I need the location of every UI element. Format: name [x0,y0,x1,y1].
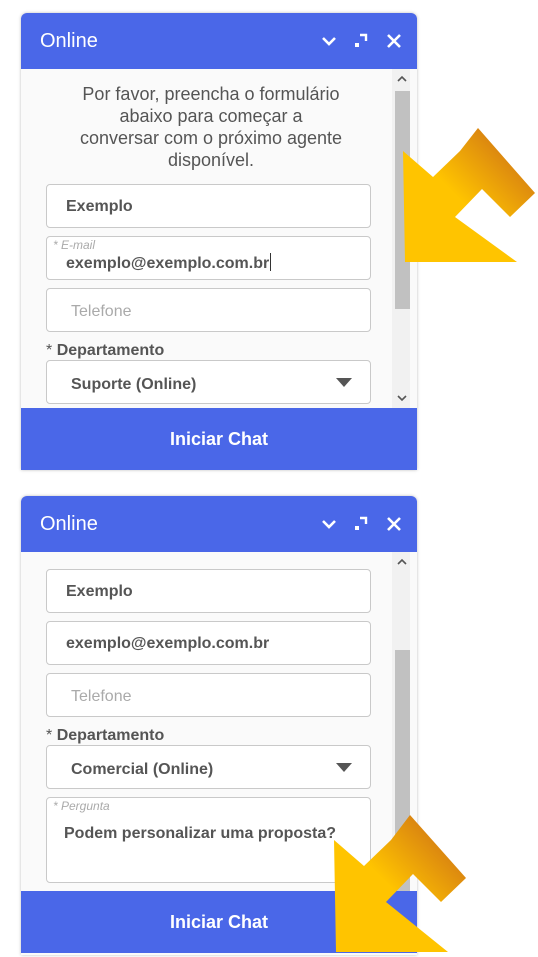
name-value: Exemplo [66,583,133,600]
chevron-down-icon[interactable] [320,32,338,50]
intro-text-clipped [171,552,211,554]
email-label: * E-mail [53,238,96,252]
question-textarea[interactable]: * Pergunta Podem personalizar uma propos… [46,797,371,883]
question-label: * Pergunta [53,799,110,813]
name-field[interactable]: Exemplo [46,184,371,228]
intro-line: abaixo para começar a [119,106,303,126]
text-cursor [270,253,272,271]
question-value: Podem personalizar uma proposta? [64,825,337,842]
header-title: Online [40,30,98,52]
popout-icon[interactable] [352,32,370,50]
phone-placeholder: Telefone [71,688,132,705]
chevron-down-icon[interactable] [320,515,338,533]
intro-line: disponível. [167,150,255,170]
close-icon[interactable] [385,515,403,533]
phone-placeholder: Telefone [71,303,132,320]
header-title: Online [40,513,98,535]
department-value: Suporte (Online) [71,376,197,393]
department-select[interactable]: Suporte (Online) [46,360,371,404]
email-value: exemplo@exemplo.com.br [66,255,270,272]
department-value: Comercial (Online) [71,761,214,778]
department-label-text: Departamento [56,342,165,359]
phone-field[interactable]: Telefone [46,288,371,332]
scroll-up-icon[interactable] [396,72,408,84]
required-asterisk: * [46,342,53,359]
required-asterisk: * [46,727,53,744]
email-field[interactable]: exemplo@exemplo.com.br [46,621,371,665]
department-label-text: Departamento [56,727,165,744]
dropdown-caret-icon [336,763,352,772]
form-body: Por favor, preencha o formulário abaixo … [21,69,417,408]
popout-icon[interactable] [352,515,370,533]
close-icon[interactable] [385,32,403,50]
pointer-arrow-icon [403,128,535,262]
intro-line: Por favor, preencha o formulário [82,84,340,104]
name-field[interactable]: Exemplo [46,569,371,613]
email-value-wrap: exemplo@exemplo.com.br [66,253,272,273]
name-value: Exemplo [66,198,133,215]
chat-widget-1: Online Por favor, preencha o formulário … [21,13,417,470]
intro-text: Por favor, preencha o formulário abaixo … [61,83,361,171]
scroll-down-icon[interactable] [396,391,408,403]
scroll-up-icon[interactable] [396,555,408,567]
intro-line: conversar com o próximo agente [79,128,343,148]
chat-header: Online [21,13,417,69]
pointer-arrow-icon [334,815,466,952]
phone-field[interactable]: Telefone [46,673,371,717]
department-select[interactable]: Comercial (Online) [46,745,371,789]
chat-header: Online [21,496,417,552]
start-chat-button[interactable]: Iniciar Chat [21,408,417,470]
email-field[interactable]: * E-mail exemplo@exemplo.com.br [46,236,371,280]
department-label: * Departamento [46,727,164,745]
email-value: exemplo@exemplo.com.br [66,635,270,652]
dropdown-caret-icon [336,378,352,387]
department-label: * Departamento [46,342,164,360]
